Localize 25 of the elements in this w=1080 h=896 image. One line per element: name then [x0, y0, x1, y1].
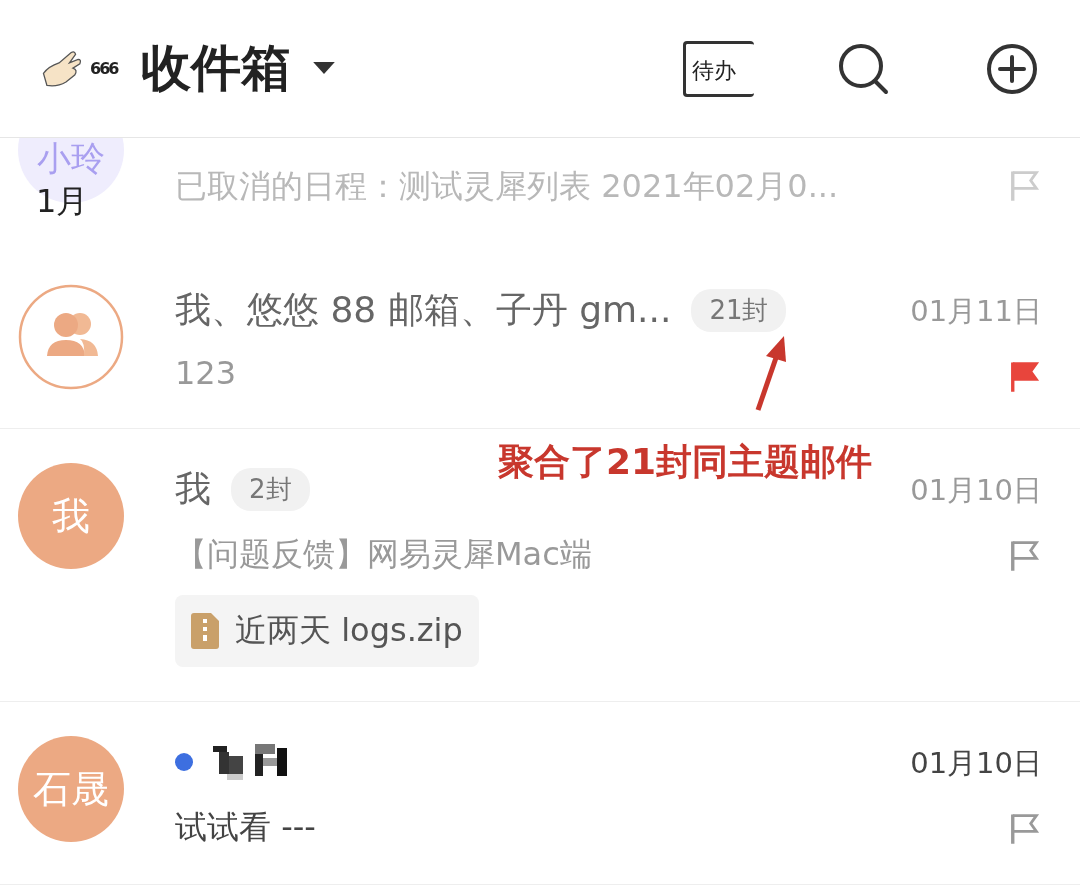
sender-name: 我、悠悠 88 邮箱、子丹 gm...: [175, 287, 672, 332]
mail-row[interactable]: 我、悠悠 88 邮箱、子丹 gm... 21封 123 01月11日: [0, 250, 1080, 429]
message-date: 01月11日: [910, 293, 1042, 330]
message-preview: 试试看 ---: [175, 807, 317, 848]
message-preview: 【问题反馈】网易灵犀Mac端: [175, 534, 593, 575]
annotation-text: 聚合了21封同主题邮件: [498, 440, 873, 484]
message-preview: 已取消的日程：测试灵犀列表 2021年02月0...: [175, 166, 840, 207]
message-preview: 123: [175, 354, 238, 392]
todo-button[interactable]: 待办: [683, 40, 754, 97]
thread-count: 2封: [231, 467, 310, 511]
message-date: 01月10日: [910, 472, 1042, 509]
mailbox-title[interactable]: 收件箱: [141, 35, 336, 102]
zip-file-icon: [191, 613, 219, 649]
caret-icon: [313, 62, 336, 75]
thread-count: 21封: [691, 288, 787, 332]
avatar: 石晟: [17, 736, 124, 842]
message-date: 01月10日: [910, 745, 1042, 782]
sender-name: 我: [175, 466, 211, 511]
attachment-name: 近两天 logs.zip: [235, 610, 463, 651]
mail-row[interactable]: 石晟 试试看 --- 01月10日: [0, 702, 1080, 885]
group-avatar-icon: [17, 284, 124, 390]
attachment-chip[interactable]: 近两天 logs.zip: [175, 595, 479, 667]
logo-text: 666: [90, 59, 118, 78]
month-label: 1月: [36, 181, 89, 222]
avatar: 我: [17, 463, 124, 569]
